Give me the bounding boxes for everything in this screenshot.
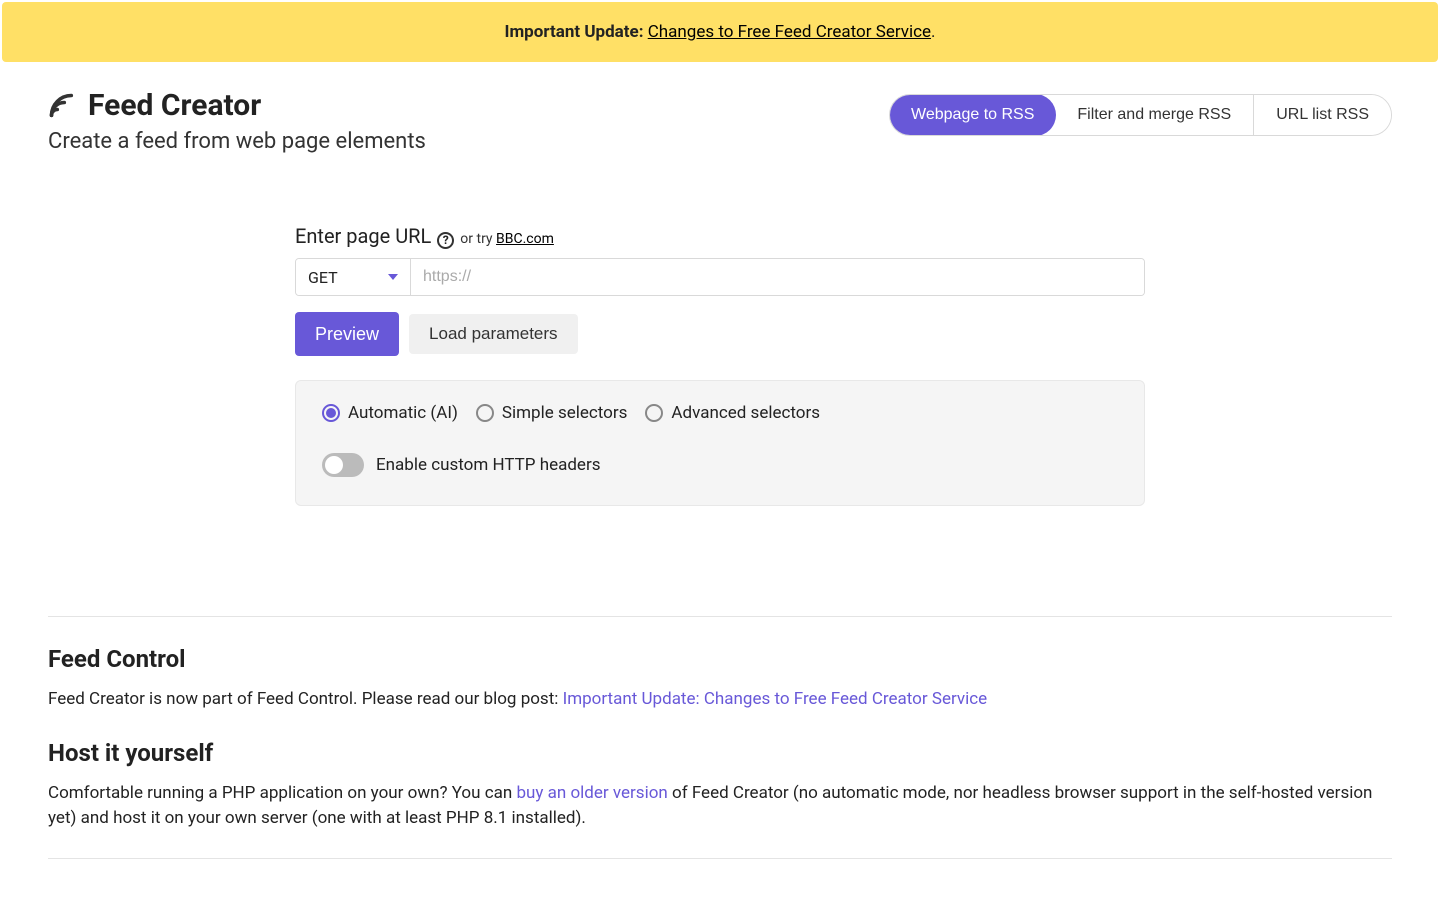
preview-button[interactable]: Preview: [295, 312, 399, 356]
try-prefix: or try: [460, 231, 492, 247]
host-text-before: Comfortable running a PHP application on…: [48, 783, 516, 803]
http-method-value: GET: [308, 268, 338, 287]
feed-logo-icon: [48, 92, 76, 120]
banner-link[interactable]: Changes to Free Feed Creator Service: [648, 22, 931, 42]
radio-icon: [476, 404, 494, 422]
radio-label: Advanced selectors: [671, 403, 820, 423]
page-header: Feed Creator Create a feed from web page…: [0, 64, 1440, 154]
http-method-select[interactable]: GET: [296, 259, 411, 295]
section-text-feed-control: Feed Creator is now part of Feed Control…: [48, 687, 1392, 713]
title-block: Feed Creator Create a feed from web page…: [48, 88, 426, 154]
url-input-row: GET: [295, 258, 1145, 296]
banner-prefix: Important Update:: [504, 22, 643, 42]
page-subtitle: Create a feed from web page elements: [48, 129, 426, 154]
radio-simple-selectors[interactable]: Simple selectors: [476, 403, 628, 423]
page-title: Feed Creator: [88, 88, 261, 123]
options-panel: Automatic (AI) Simple selectors Advanced…: [295, 380, 1145, 506]
help-icon[interactable]: ?: [437, 232, 454, 249]
info-sections: Feed Control Feed Creator is now part of…: [48, 616, 1392, 859]
banner-suffix: .: [931, 22, 935, 42]
chevron-down-icon: [388, 274, 398, 280]
main-form: Enter page URL ? or try BBC.com GET Prev…: [285, 224, 1155, 506]
section-heading-host: Host it yourself: [48, 739, 1392, 767]
selector-mode-radios: Automatic (AI) Simple selectors Advanced…: [322, 403, 1118, 423]
feed-control-link[interactable]: Important Update: Changes to Free Feed C…: [563, 689, 988, 709]
load-parameters-button[interactable]: Load parameters: [409, 314, 578, 354]
section-divider: [48, 858, 1392, 859]
http-headers-toggle-row: Enable custom HTTP headers: [322, 453, 1118, 477]
http-headers-toggle[interactable]: [322, 453, 364, 477]
try-text: or try BBC.com: [460, 231, 554, 247]
title-row: Feed Creator: [48, 88, 426, 123]
radio-advanced-selectors[interactable]: Advanced selectors: [645, 403, 820, 423]
buy-older-version-link[interactable]: buy an older version: [516, 783, 667, 803]
action-button-row: Preview Load parameters: [295, 312, 1145, 356]
radio-icon: [322, 404, 340, 422]
try-link[interactable]: BBC.com: [496, 231, 554, 247]
tab-filter-merge-rss[interactable]: Filter and merge RSS: [1055, 95, 1253, 135]
radio-label: Simple selectors: [502, 403, 628, 423]
section-heading-feed-control: Feed Control: [48, 645, 1392, 673]
tab-webpage-to-rss[interactable]: Webpage to RSS: [889, 94, 1056, 136]
radio-automatic-ai[interactable]: Automatic (AI): [322, 403, 458, 423]
update-banner: Important Update: Changes to Free Feed C…: [2, 2, 1438, 62]
http-headers-toggle-label: Enable custom HTTP headers: [376, 455, 600, 475]
tab-url-list-rss[interactable]: URL list RSS: [1253, 95, 1391, 135]
radio-icon: [645, 404, 663, 422]
radio-label: Automatic (AI): [348, 403, 458, 423]
url-label: Enter page URL: [295, 224, 431, 248]
section-text-host: Comfortable running a PHP application on…: [48, 781, 1392, 832]
url-label-row: Enter page URL ? or try BBC.com: [295, 224, 1145, 248]
mode-tab-group: Webpage to RSS Filter and merge RSS URL …: [889, 94, 1392, 136]
page-url-input[interactable]: [411, 259, 1144, 295]
feed-control-text: Feed Creator is now part of Feed Control…: [48, 689, 563, 709]
